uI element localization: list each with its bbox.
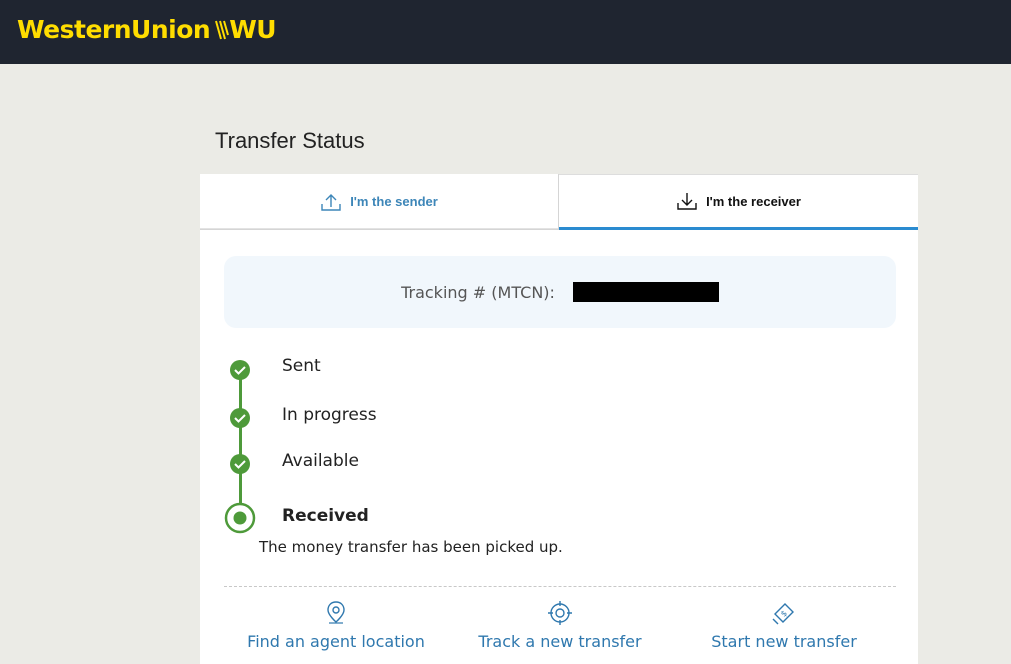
western-union-logo[interactable]: WesternUnion WU [17, 15, 277, 44]
tracking-box: Tracking # (MTCN): [224, 256, 896, 328]
step-sent: Sent [224, 354, 321, 386]
step-label-available: Available [282, 451, 359, 471]
step-label-sent: Sent [282, 356, 321, 376]
download-icon [677, 193, 697, 210]
tab-sender[interactable]: I'm the sender [200, 174, 559, 230]
tracking-label: Tracking # (MTCN): [401, 282, 555, 302]
upload-icon [321, 193, 341, 211]
actions-bar: Find an agent location Track a new trans… [200, 600, 918, 664]
money-transfer-icon: $ [772, 603, 794, 625]
status-description: The money transfer has been picked up. [259, 538, 563, 556]
timeline-line [239, 366, 242, 516]
step-in-progress: In progress [224, 402, 377, 434]
tab-receiver[interactable]: I'm the receiver [559, 174, 918, 230]
tab-receiver-label: I'm the receiver [706, 193, 801, 209]
target-icon [548, 601, 572, 625]
transfer-status-card: I'm the sender I'm the receiver Tracking… [200, 174, 918, 664]
track-new-transfer-link[interactable]: Track a new transfer [478, 600, 642, 651]
start-new-transfer-link[interactable]: $ Start new transfer [711, 600, 857, 651]
role-tabs: I'm the sender I'm the receiver [200, 174, 918, 230]
start-new-transfer-label: Start new transfer [711, 632, 857, 651]
find-agent-location-label: Find an agent location [247, 632, 425, 651]
check-icon [224, 448, 256, 480]
find-agent-location-link[interactable]: Find an agent location [247, 600, 425, 651]
logo-text: WesternUnion [17, 15, 211, 44]
logo-mark-text: WU [229, 15, 277, 44]
logo-mark: WU [215, 15, 277, 44]
step-label-received: Received [282, 506, 369, 526]
top-bar: WesternUnion WU [0, 0, 1011, 64]
step-available: Available [224, 448, 359, 480]
check-icon [224, 402, 256, 434]
check-icon [224, 354, 256, 386]
tab-sender-label: I'm the sender [350, 194, 438, 209]
current-step-icon [224, 502, 256, 534]
divider [224, 586, 896, 587]
location-pin-icon [327, 601, 345, 624]
track-new-transfer-label: Track a new transfer [478, 632, 642, 651]
tracking-number-redacted [572, 282, 719, 302]
step-label-in-progress: In progress [282, 405, 377, 425]
step-received: Received [224, 502, 369, 534]
logo-stripes-icon [215, 20, 230, 39]
page-title: Transfer Status [215, 128, 365, 153]
